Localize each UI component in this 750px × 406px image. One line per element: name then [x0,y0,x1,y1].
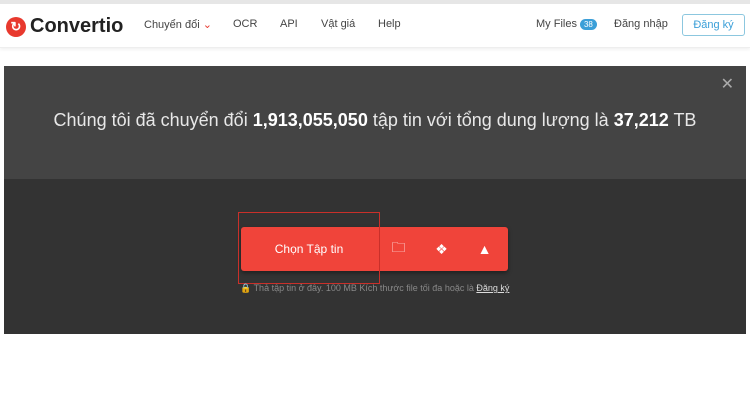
logo-text: Convertio [30,15,124,37]
my-files-link[interactable]: My Files 38 [536,18,597,30]
signup-link[interactable]: Đăng ký [476,283,509,293]
lock-icon: 🔒 [240,283,252,293]
upload-hero: ✕ Chúng tôi đã chuyển đổi 1,913,055,050 … [4,66,746,334]
stats-text: Chúng tôi đã chuyển đổi 1,913,055,050 tậ… [4,110,746,131]
files-count-badge: 38 [579,19,597,30]
nav-label: Chuyển đổi [144,19,200,31]
logo-icon: ↻ [6,16,26,37]
nav-help[interactable]: Help [378,18,401,30]
nav-convert[interactable]: Chuyển đổi ⌄ [144,18,212,31]
logo[interactable]: ↻ Convertio [6,15,123,38]
highlight-box [238,212,380,284]
signup-button[interactable]: Đăng ký [682,14,745,36]
folder-search-icon[interactable]: 🗀 [377,237,420,261]
my-files-label: My Files [536,18,577,30]
close-icon[interactable]: ✕ [721,74,734,94]
header: ↻ Convertio Chuyển đổi ⌄ OCR API Vật giá … [0,4,750,48]
files-count: 1,913,055,050 [252,110,368,130]
stat-mid: tập tin với tổng dung lượng là [372,110,609,130]
total-size: 37,212 [613,110,669,130]
stat-prefix: Chúng tôi đã chuyển đổi [53,110,248,130]
google-drive-icon[interactable]: ▲ [463,241,506,257]
nav-pricing[interactable]: Vật giá [321,18,355,30]
login-link[interactable]: Đăng nhập [614,18,668,30]
stats-banner: ✕ Chúng tôi đã chuyển đổi 1,913,055,050 … [4,66,746,179]
hint-text: Thả tập tin ở đây. 100 MB Kích thước fil… [253,283,474,293]
dropbox-icon[interactable]: ❖ [420,241,463,258]
nav-ocr[interactable]: OCR [233,18,257,30]
chevron-down-icon: ⌄ [202,19,212,31]
upload-hint: 🔒 Thả tập tin ở đây. 100 MB Kích thước f… [240,283,509,294]
nav-api[interactable]: API [280,18,298,30]
size-unit: TB [673,110,697,130]
